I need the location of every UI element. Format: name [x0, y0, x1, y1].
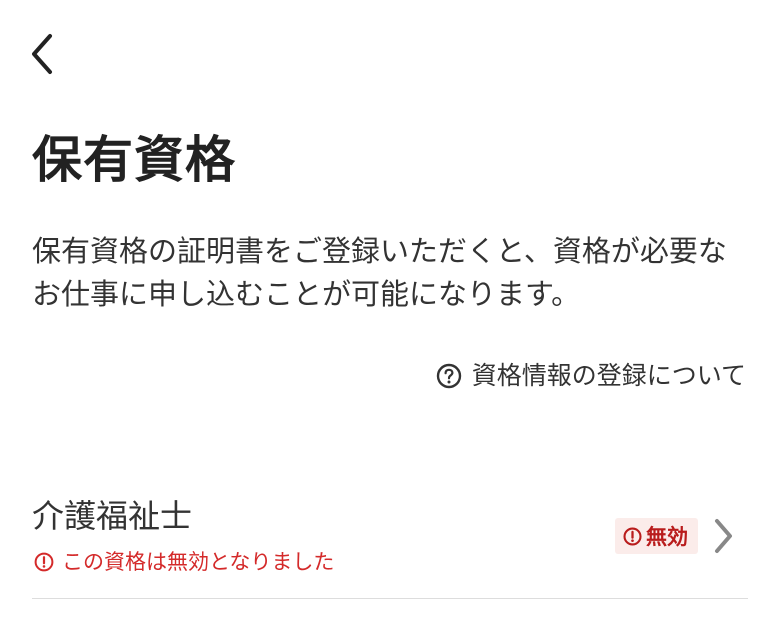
row-chevron — [708, 516, 738, 556]
alert-circle-icon — [623, 526, 642, 546]
qualification-help-link[interactable]: 資格情報の登録について — [436, 358, 746, 394]
status-badge: 無効 — [615, 518, 698, 554]
status-badge-label: 無効 — [646, 525, 688, 549]
page-description: 保有資格の証明書をご登録いただくと、資格が必要なお仕事に申し込むことが可能になり… — [32, 234, 727, 311]
qualification-row[interactable]: 介護福祉士 この資格は無効となりました 無効 — [32, 488, 748, 599]
chevron-right-icon — [715, 519, 732, 553]
help-link-label: 資格情報の登録について — [471, 361, 746, 390]
question-circle-icon — [436, 363, 461, 389]
back-button[interactable] — [22, 28, 62, 80]
chevron-left-icon — [32, 34, 52, 74]
qualification-error-message: この資格は無効となりました — [62, 550, 335, 574]
alert-circle-icon — [34, 552, 54, 572]
qualification-name: 介護福祉士 — [32, 497, 193, 535]
qualification-error: この資格は無効となりました — [34, 548, 334, 576]
page-title: 保有資格 — [32, 131, 236, 189]
